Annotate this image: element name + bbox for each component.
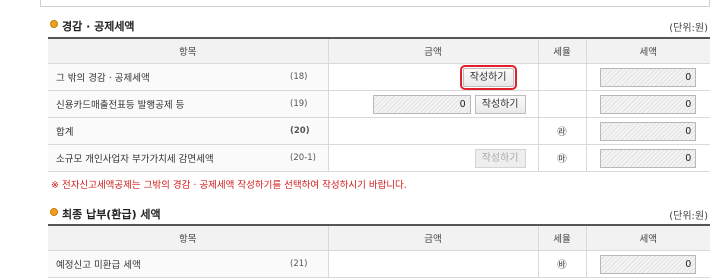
amount-cell: 작성하기 — [327, 63, 539, 91]
e-filing-notice: ※ 전자신고세액공제는 그밖의 경감 · 공제세액 작성하기를 선택하여 작성하… — [51, 180, 407, 191]
row-code: (21) — [288, 250, 329, 278]
row-code: (20-1) — [288, 144, 329, 172]
reductions-table: 항목 금액 세율 세액 그 밖의 경감 · 공제세액 (18) 작성하기 0 신… — [48, 37, 711, 172]
header-item: 항목 — [48, 38, 329, 64]
tax-card-deduction-field[interactable]: 0 — [600, 94, 697, 114]
rate-mark: ㉱ — [537, 117, 587, 145]
write-other-reductions-button[interactable]: 작성하기 — [459, 64, 517, 90]
table-row: 소규모 개인사업자 부가가치세 감면세액 (20-1) 작성하기 ㉲ 0 — [48, 144, 711, 172]
table-header-row: 항목 금액 세율 세액 — [48, 38, 711, 64]
table-row: 신용카드매출전표등 발행공제 등 (19) 0 작성하기 0 — [48, 90, 711, 118]
table-row: 그 밖의 경감 · 공제세액 (18) 작성하기 0 — [48, 63, 711, 91]
amount-card-deduction-field[interactable]: 0 — [372, 94, 471, 114]
row-label-total: 합계 — [48, 117, 288, 145]
previous-section-frame — [40, 0, 710, 7]
section-title-reductions: 경감 · 공제세액 — [62, 20, 135, 33]
header-rate: 세율 — [537, 225, 587, 251]
table-row: 합계 (20) ㉱ 0 — [48, 117, 711, 145]
header-rate: 세율 — [537, 38, 587, 64]
header-amount: 금액 — [327, 38, 539, 64]
unit-label: (단위:원) — [669, 23, 708, 34]
rate-cell — [537, 63, 587, 91]
amount-cell — [327, 117, 539, 145]
tax-cell: 0 — [585, 144, 711, 172]
write-card-deduction-button[interactable]: 작성하기 — [474, 94, 526, 114]
tax-cell: 0 — [585, 90, 711, 118]
write-small-business-button[interactable]: 작성하기 — [474, 148, 526, 168]
tax-cell: 0 — [585, 63, 711, 91]
rate-cell — [537, 90, 587, 118]
tax-other-reductions-field[interactable]: 0 — [600, 67, 697, 87]
row-code: (19) — [288, 90, 329, 118]
row-label-other-reductions: 그 밖의 경감 · 공제세액 — [48, 63, 288, 91]
header-tax: 세액 — [585, 38, 711, 64]
tax-unrefunded-field[interactable]: 0 — [600, 254, 697, 274]
section-bullet-icon — [50, 20, 58, 28]
row-label-card-deduction: 신용카드매출전표등 발행공제 등 — [48, 90, 288, 118]
row-code: (18) — [288, 63, 329, 91]
section-bullet-icon — [50, 208, 58, 216]
unit-label: (단위:원) — [669, 211, 708, 222]
tax-small-business-field[interactable]: 0 — [600, 148, 697, 168]
section-title-final-payment: 최종 납부(환급) 세액 — [62, 208, 161, 221]
final-payment-table: 항목 금액 세율 세액 예정신고 미환급 세액 (21) ㉳ 0 — [48, 224, 711, 278]
table-header-row: 항목 금액 세율 세액 — [48, 225, 711, 251]
amount-cell: 0 작성하기 — [327, 90, 539, 118]
header-tax: 세액 — [585, 225, 711, 251]
tax-cell: 0 — [585, 250, 711, 278]
tax-total-field[interactable]: 0 — [600, 121, 697, 141]
header-amount: 금액 — [327, 225, 539, 251]
rate-mark: ㉳ — [537, 250, 587, 278]
amount-cell: 작성하기 — [327, 144, 539, 172]
rate-mark: ㉲ — [537, 144, 587, 172]
row-label-small-business-reduction: 소규모 개인사업자 부가가치세 감면세액 — [48, 144, 288, 172]
header-item: 항목 — [48, 225, 329, 251]
table-row: 예정신고 미환급 세액 (21) ㉳ 0 — [48, 250, 711, 278]
amount-cell — [327, 250, 539, 278]
row-code: (20) — [288, 117, 329, 145]
tax-cell: 0 — [585, 117, 711, 145]
row-label-unrefunded: 예정신고 미환급 세액 — [48, 250, 288, 278]
